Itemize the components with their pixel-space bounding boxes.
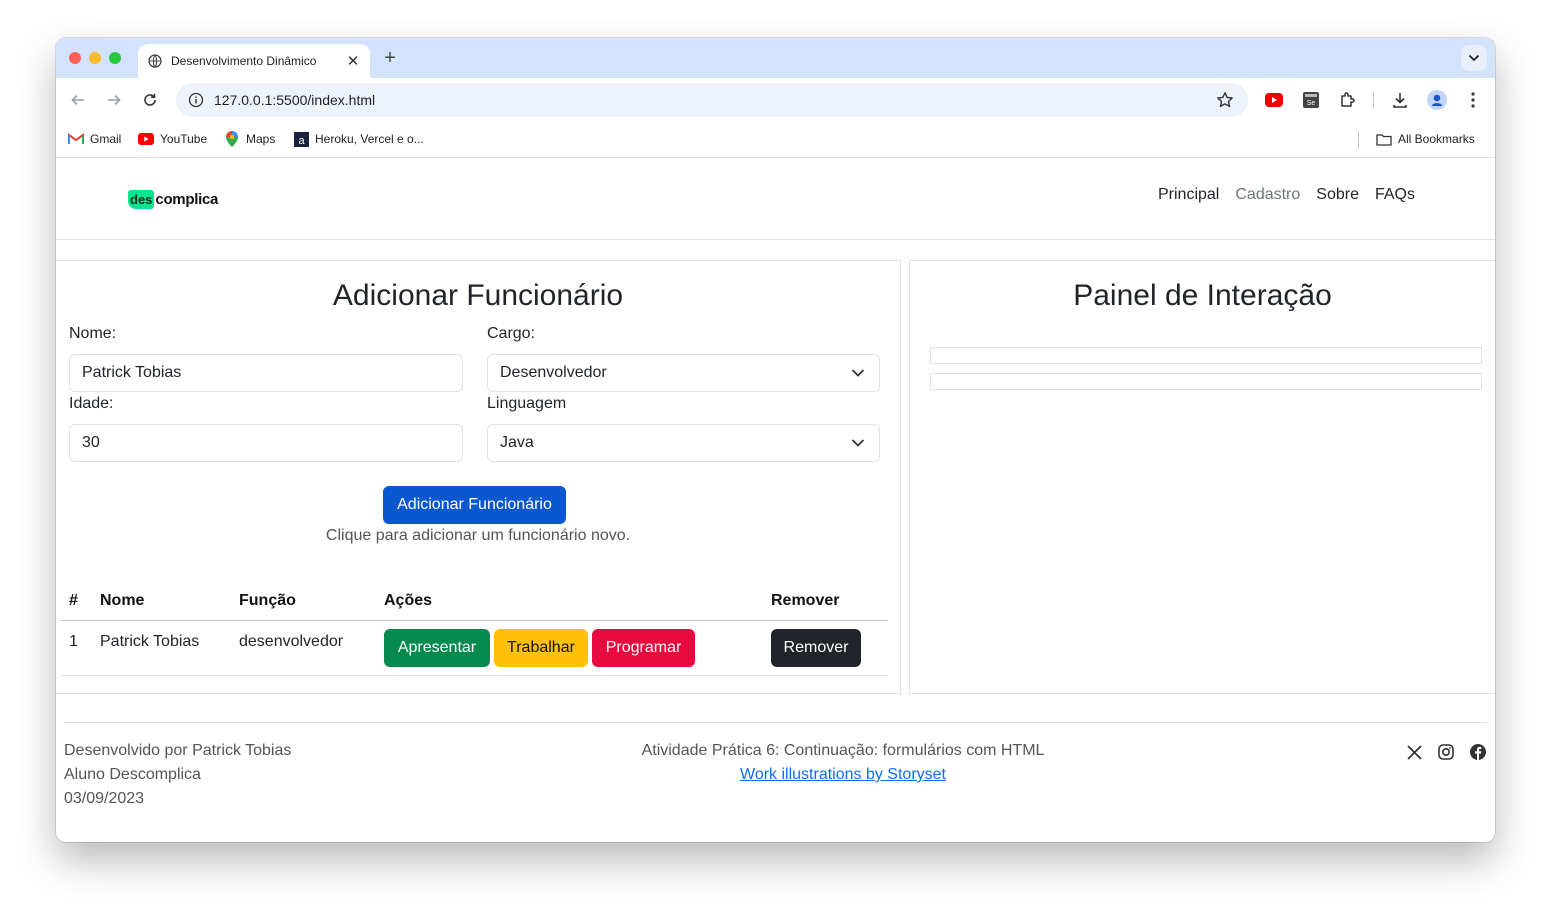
tab-title: Desenvolvimento Dinâmico xyxy=(171,54,317,68)
bookmarks-divider xyxy=(1358,131,1359,149)
all-bookmarks[interactable]: All Bookmarks xyxy=(1376,131,1475,147)
add-employee-button[interactable]: Adicionar Funcionário xyxy=(383,486,566,524)
selenium-extension-icon[interactable]: Se xyxy=(1301,90,1321,110)
minimize-window-button[interactable] xyxy=(89,52,101,64)
tab-strip: Desenvolvimento Dinâmico ✕ + xyxy=(56,38,1495,78)
table-header-actions: Ações xyxy=(384,592,433,609)
maximize-window-button[interactable] xyxy=(109,52,121,64)
address-bar[interactable]: 127.0.0.1:5500/index.html xyxy=(176,83,1248,117)
gmail-icon xyxy=(68,131,84,147)
bookmark-star-icon[interactable] xyxy=(1216,91,1234,109)
profile-avatar-icon[interactable] xyxy=(1427,90,1447,110)
table-header-name: Nome xyxy=(100,592,145,609)
footer-divider xyxy=(64,722,1487,723)
work-button[interactable]: Trabalhar xyxy=(494,629,588,667)
bookmark-heroku[interactable]: a Heroku, Vercel e o... xyxy=(293,131,424,147)
footer-center: Atividade Prática 6: Continuação: formul… xyxy=(543,739,1143,787)
table-header-num: # xyxy=(69,592,78,609)
footer-activity: Atividade Prática 6: Continuação: formul… xyxy=(641,742,1045,759)
site-info-icon[interactable] xyxy=(188,92,204,108)
table-header-role: Função xyxy=(239,592,296,609)
language-select-value: Java xyxy=(500,434,534,451)
url-text: 127.0.0.1:5500/index.html xyxy=(214,92,376,108)
storyset-link[interactable]: Work illustrations by Storyset xyxy=(740,766,946,783)
menu-item-faqs[interactable]: FAQs xyxy=(1375,186,1415,204)
footer-date: 03/09/2023 xyxy=(64,790,145,807)
logo-mark: des xyxy=(128,189,155,209)
toolbar-divider xyxy=(1373,92,1374,108)
interaction-output-box xyxy=(930,373,1482,390)
language-select[interactable]: Java xyxy=(487,424,880,462)
remove-button[interactable]: Remover xyxy=(771,629,861,667)
bookmark-maps[interactable]: Maps xyxy=(224,131,275,147)
tab-close-icon[interactable]: ✕ xyxy=(344,52,362,70)
youtube-icon xyxy=(138,131,154,147)
age-label: Idade: xyxy=(69,395,114,412)
logo-text: complica xyxy=(155,190,219,208)
footer-credits: Desenvolvido por Patrick Tobias Aluno De… xyxy=(64,739,291,811)
site-menu: Principal Cadastro Sobre FAQs xyxy=(1158,186,1415,204)
table-cell-name: Patrick Tobias xyxy=(100,633,200,650)
role-label: Cargo: xyxy=(487,325,536,342)
chevron-down-icon xyxy=(851,439,865,447)
extensions-icon[interactable] xyxy=(1338,90,1358,110)
reload-icon[interactable] xyxy=(139,89,161,111)
maps-icon xyxy=(224,131,240,147)
add-employee-panel: Adicionar Funcionário Nome: Patrick Tobi… xyxy=(56,260,901,694)
name-input[interactable]: Patrick Tobias xyxy=(69,354,463,392)
form-title: Adicionar Funcionário xyxy=(332,279,624,312)
menu-item-principal[interactable]: Principal xyxy=(1158,186,1219,204)
age-input[interactable]: 30 xyxy=(69,424,463,462)
svg-text:a: a xyxy=(298,135,305,147)
forward-icon[interactable] xyxy=(103,89,125,111)
chevron-down-icon xyxy=(851,369,865,377)
present-button[interactable]: Apresentar xyxy=(384,629,490,667)
folder-icon xyxy=(1376,131,1392,147)
youtube-extension-icon[interactable] xyxy=(1264,90,1284,110)
menu-item-sobre[interactable]: Sobre xyxy=(1316,186,1359,204)
new-tab-icon[interactable]: + xyxy=(380,47,400,70)
interaction-panel: Painel de Interação xyxy=(909,260,1495,694)
browser-tab[interactable]: Desenvolvimento Dinâmico ✕ xyxy=(138,44,370,78)
table-header-remove: Remover xyxy=(771,592,840,609)
table-cell-role: desenvolvedor xyxy=(239,633,344,650)
instagram-icon[interactable] xyxy=(1437,743,1455,761)
table-cell-num: 1 xyxy=(69,633,78,650)
form-hint: Clique para adicionar um funcionário nov… xyxy=(325,527,631,544)
language-label: Linguagem xyxy=(487,395,567,412)
role-select-value: Desenvolvedor xyxy=(500,364,607,381)
role-select[interactable]: Desenvolvedor xyxy=(487,354,880,392)
bookmark-gmail[interactable]: Gmail xyxy=(68,131,121,147)
more-menu-icon[interactable] xyxy=(1463,90,1483,110)
table-row-divider xyxy=(61,675,888,676)
tab-search-button[interactable] xyxy=(1461,45,1487,71)
interaction-output-box xyxy=(930,347,1482,364)
menu-item-cadastro[interactable]: Cadastro xyxy=(1235,186,1300,204)
program-button[interactable]: Programar xyxy=(592,629,695,667)
browser-window: Desenvolvimento Dinâmico ✕ + 127.0.0.1:5… xyxy=(56,38,1495,842)
globe-icon xyxy=(148,54,162,68)
close-window-button[interactable] xyxy=(69,52,81,64)
site-navbar: des complica Principal Cadastro Sobre FA… xyxy=(56,159,1495,240)
descomplica-logo[interactable]: des complica xyxy=(128,182,218,216)
back-icon[interactable] xyxy=(67,89,89,111)
facebook-icon[interactable] xyxy=(1469,743,1487,761)
svg-text:Se: Se xyxy=(1307,100,1316,107)
name-label: Nome: xyxy=(69,325,117,342)
footer-student: Aluno Descomplica xyxy=(64,766,201,783)
interaction-title: Painel de Interação xyxy=(1073,279,1332,312)
table-header-divider xyxy=(61,620,888,621)
bookmark-youtube[interactable]: YouTube xyxy=(138,131,207,147)
bookmark-site-icon: a xyxy=(293,131,309,147)
download-icon[interactable] xyxy=(1390,90,1410,110)
bookmarks-bar: Gmail YouTube Maps a Heroku, Vercel e o.… xyxy=(56,122,1495,158)
x-icon[interactable] xyxy=(1405,743,1423,761)
web-page: des complica Principal Cadastro Sobre FA… xyxy=(56,159,1495,842)
footer-author: Desenvolvido por Patrick Tobias xyxy=(64,742,292,759)
browser-toolbar: 127.0.0.1:5500/index.html Se xyxy=(56,78,1495,122)
chevron-down-icon xyxy=(1468,54,1480,62)
